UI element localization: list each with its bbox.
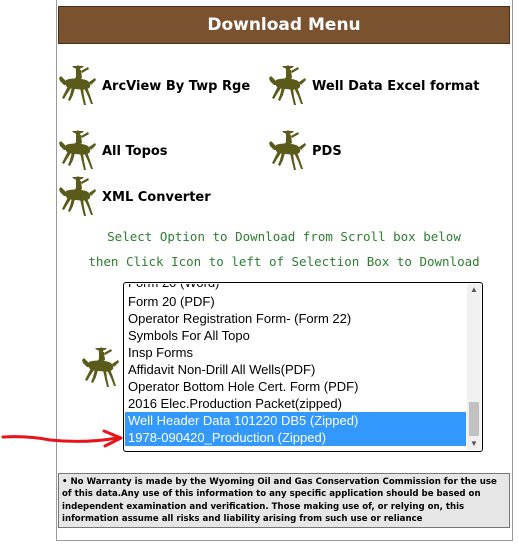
listbox-option[interactable]: Symbols For All Topo [125,327,466,344]
menu-label[interactable]: PDS [312,144,342,159]
page-title: Download Menu [58,6,510,44]
scroll-up-icon[interactable]: ▲ [467,284,481,296]
menu-label[interactable]: ArcView By Twp Rge [102,79,250,94]
listbox-scrollbar[interactable]: ▲ ▼ [467,284,481,450]
menu-label[interactable]: XML Converter [102,190,211,205]
listbox-option[interactable]: Operator Registration Form- (Form 22) [125,310,466,327]
listbox-option[interactable]: Form 20 (PDF) [125,293,466,310]
bucking-horse-icon[interactable] [58,175,98,219]
listbox-option[interactable]: Affidavit Non-Drill All Wells(PDF) [125,361,466,378]
red-arrow-annotation-icon [1,429,123,448]
listbox-options: Form 20 (Word)Form 20 (PDF)Operator Regi… [125,284,466,446]
listbox-option[interactable]: Well Header Data 101220 DB5 (Zipped) [125,412,466,429]
scrollbar-thumb[interactable] [469,402,479,436]
menu-well-data-excel[interactable]: Well Data Excel format [268,64,480,108]
menu-arcview-by-twp-rge[interactable]: ArcView By Twp Rge [58,64,250,108]
listbox-option[interactable]: Insp Forms [125,344,466,361]
instruction-line-1: Select Option to Download from Scroll bo… [107,229,461,244]
bucking-horse-icon[interactable] [268,129,308,173]
bucking-horse-icon[interactable] [268,64,308,108]
listbox-option[interactable]: Operator Bottom Hole Cert. Form (PDF) [125,378,466,395]
menu-label[interactable]: All Topos [102,144,168,159]
instruction-line-2: then Click Icon to left of Selection Box… [88,254,480,269]
menu-xml-converter[interactable]: XML Converter [58,175,211,219]
menu-pds[interactable]: PDS [268,129,342,173]
listbox-option[interactable]: Form 20 (Word) [125,284,466,293]
bucking-horse-icon[interactable] [81,346,121,390]
bucking-horse-icon[interactable] [58,64,98,108]
download-selection-button[interactable] [81,346,121,390]
page-title-text: Download Menu [207,15,361,35]
menu-label[interactable]: Well Data Excel format [312,79,480,94]
bucking-horse-icon[interactable] [58,129,98,173]
listbox-option[interactable]: 2016 Elec.Production Packet(zipped) [125,395,466,412]
scroll-down-icon[interactable]: ▼ [467,438,481,450]
listbox-option[interactable]: 1978-090420_Production (Zipped) [125,429,466,446]
menu-all-topos[interactable]: All Topos [58,129,168,173]
warranty-disclaimer: • No Warranty is made by the Wyoming Oil… [58,473,510,528]
download-select-listbox[interactable]: Form 20 (Word)Form 20 (PDF)Operator Regi… [123,282,483,452]
